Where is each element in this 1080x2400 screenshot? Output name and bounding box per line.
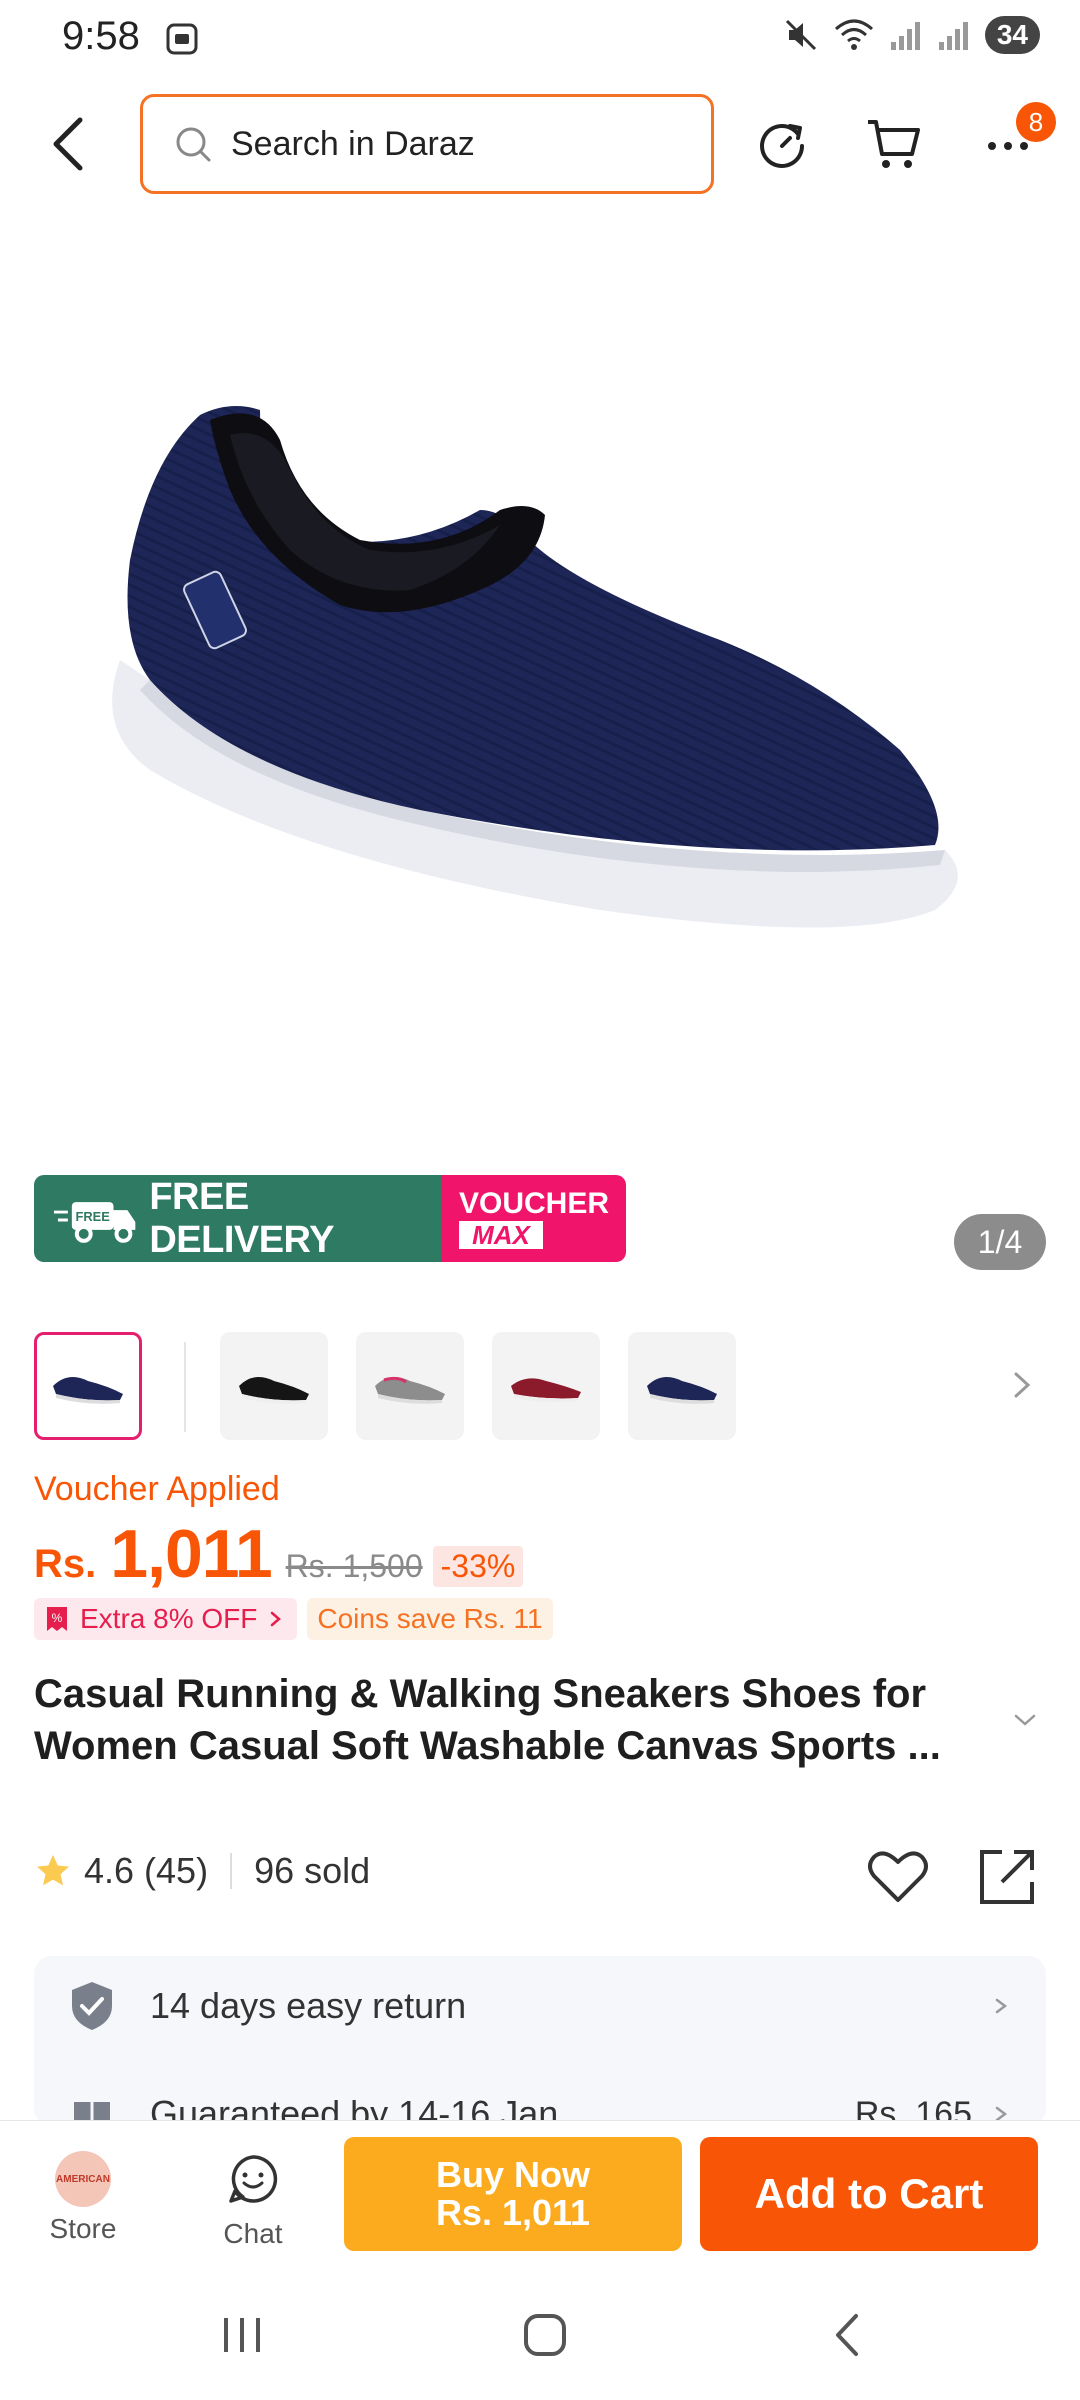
discount-badge: -33% [432,1546,524,1587]
search-placeholder: Search in Daraz [231,124,475,163]
thumbnail-separator [184,1342,186,1432]
chevron-right-icon [271,1611,282,1627]
heart-icon[interactable] [866,1846,930,1906]
image-page-indicator: 1/4 [954,1214,1046,1270]
promo-row: % Extra 8% OFF Coins save Rs. 11 [34,1598,553,1640]
bottom-action-bar: AMERICAN Store Chat Buy Now Rs. 1,011 Ad… [0,2120,1080,2266]
signal-icon-1 [890,22,920,50]
wifi-icon [834,19,873,50]
add-to-cart-button[interactable]: Add to Cart [700,2137,1038,2251]
current-price: 1,011 [110,1516,272,1592]
free-delivery-section: FREE FREE DELIVERY [34,1175,441,1262]
home-icon[interactable] [514,2310,574,2360]
voucher-applied-label: Voucher Applied [34,1470,280,1508]
rating-row[interactable]: 4.6 (45) 96 sold [34,1850,370,1892]
store-button[interactable]: AMERICAN Store [40,2151,126,2245]
delivery-truck-icon: FREE [53,1201,136,1243]
mute-icon [785,19,816,51]
back-arrow-icon[interactable] [40,112,100,176]
shoe-thumb-grey [375,1376,445,1404]
shoe-image [112,406,958,928]
recent-apps-icon[interactable] [212,2310,272,2360]
coins-save-text: Coins save Rs. 11 [317,1603,543,1634]
price-row: Rs. 1,011 Rs. 1,500 -33% [34,1515,524,1593]
rating-separator [230,1853,233,1889]
screenshot-icon [166,23,198,55]
price-currency: Rs. [34,1542,97,1586]
status-icons: 34 [783,16,1040,54]
coins-save-promo: Coins save Rs. 11 [307,1598,553,1640]
shoe-thumb-navy [53,1377,123,1404]
coupon-icon: % [47,1607,67,1631]
chevron-right-icon[interactable] [1002,1360,1042,1410]
status-time: 9:58 [62,14,140,58]
search-input[interactable]: Search in Daraz [140,94,714,194]
chat-label: Chat [223,2218,283,2249]
thumbnail-navy[interactable] [34,1332,142,1440]
service-card: 14 days easy return Guaranteed by 14-16 … [34,1956,1046,2126]
extra-off-text: Extra 8% OFF [80,1603,258,1634]
thumbnail-grey[interactable] [356,1332,464,1440]
share-icon[interactable] [976,1844,1040,1908]
back-nav-icon[interactable] [818,2310,878,2360]
store-logo-icon: AMERICAN [55,2151,111,2207]
chat-icon [229,2155,278,2203]
battery-level: 34 [984,16,1040,54]
free-delivery-banner: FREE FREE DELIVERY VOUCHER MAX [34,1175,626,1262]
svg-text:%: % [52,1611,63,1625]
delivery-guarantee-row[interactable]: Guaranteed by 14-16 Jan Rs. 165 [34,2064,1046,2126]
search-icon [176,127,211,162]
easy-return-text: 14 days easy return [150,1985,467,2026]
product-title: Casual Running & Walking Sneakers Shoes … [34,1672,941,1768]
star-icon [37,1855,69,1886]
cart-icon[interactable] [864,114,924,174]
voucher-max-section: VOUCHER MAX [441,1175,626,1262]
status-bar: 9:58 34 [0,0,1080,80]
easy-return-row[interactable]: 14 days easy return [34,1956,1046,2056]
buy-now-label: Buy Now [435,2154,590,2195]
shoe-thumb-black [239,1377,309,1404]
voucher-text: VOUCHER [459,1186,610,1220]
refresh-icon[interactable] [752,114,812,174]
notification-badge: 8 [1016,102,1056,142]
signal-icon-2 [938,22,968,50]
original-price: Rs. 1,500 [285,1548,423,1584]
thumbnail-black[interactable] [220,1332,328,1440]
store-label: Store [49,2213,117,2244]
rating-value: 4.6 (45) [84,1850,209,1891]
thumbnail-maroon[interactable] [492,1332,600,1440]
shoe-thumb-maroon [511,1378,581,1402]
free-tag: FREE [76,1208,111,1223]
chevron-right-icon [995,1998,1008,2014]
extra-off-promo[interactable]: % Extra 8% OFF [34,1598,298,1640]
chat-button[interactable]: Chat [208,2151,298,2250]
sold-count: 96 sold [254,1850,371,1891]
thumbnail-strip [34,1330,1046,1440]
chevron-down-icon[interactable] [1010,1705,1040,1735]
buy-now-price: Rs. 1,011 [435,2192,591,2233]
shield-check-icon [72,1982,112,2030]
system-nav-bar [0,2266,1080,2400]
product-image[interactable] [0,210,1080,1170]
shoe-thumb-navy-2 [647,1377,717,1404]
voucher-max-text: MAX [459,1220,543,1249]
buy-now-button[interactable]: Buy Now Rs. 1,011 [344,2137,682,2251]
top-header: Search in Daraz 8 [0,92,1080,196]
thumbnail-navy-2[interactable] [628,1332,736,1440]
free-delivery-text: FREE DELIVERY [149,1175,334,1261]
